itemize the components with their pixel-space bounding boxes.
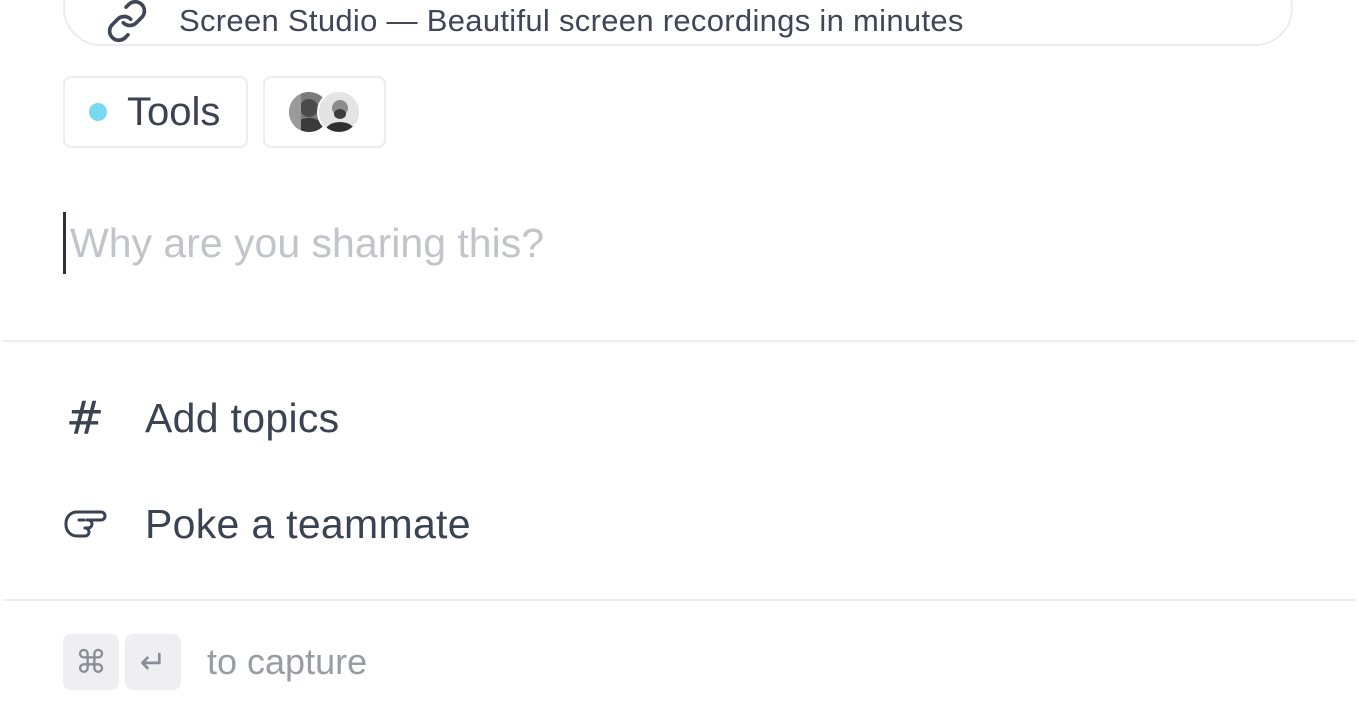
category-chip[interactable]: Tools bbox=[63, 76, 248, 148]
link-icon bbox=[105, 0, 149, 43]
recipients-chip[interactable] bbox=[263, 76, 386, 148]
divider bbox=[2, 340, 1356, 342]
avatar bbox=[317, 90, 361, 134]
poke-teammate-label: Poke a teammate bbox=[145, 500, 471, 547]
category-color-dot bbox=[89, 103, 107, 121]
add-topics-button[interactable]: # Add topics bbox=[63, 388, 339, 448]
capture-hint-text: to capture bbox=[207, 641, 368, 682]
share-reason-input[interactable] bbox=[63, 212, 1263, 274]
capture-shortcut-hint: ⌘ ↵ to capture bbox=[63, 634, 367, 690]
link-preview[interactable]: Screen Studio — Beautiful screen recordi… bbox=[63, 0, 1293, 46]
category-label: Tools bbox=[127, 89, 221, 134]
poke-teammate-button[interactable]: Poke a teammate bbox=[63, 494, 471, 554]
return-key-icon: ↵ bbox=[125, 634, 181, 690]
link-title: Screen Studio — Beautiful screen recordi… bbox=[179, 3, 964, 38]
command-key-icon: ⌘ bbox=[63, 634, 119, 690]
divider bbox=[2, 599, 1356, 601]
hash-icon: # bbox=[65, 391, 105, 445]
add-topics-label: Add topics bbox=[145, 394, 340, 441]
pointing-hand-icon bbox=[63, 505, 107, 543]
